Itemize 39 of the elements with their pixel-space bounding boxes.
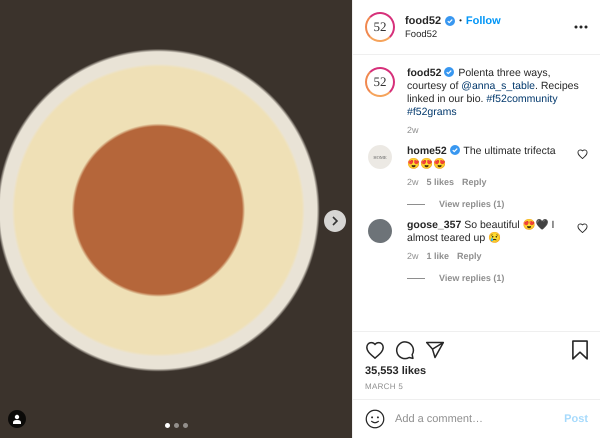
- caption-text: food52 Polenta three ways, courtesy of @anna_s_table. Recipes linked in our bio. #f52community #f52grams: [407, 67, 580, 119]
- username[interactable]: food52: [405, 14, 442, 26]
- hashtag-link[interactable]: #f52grams: [407, 106, 457, 118]
- reply-link[interactable]: Reply: [457, 251, 482, 261]
- mention-link[interactable]: @anna_s_table: [461, 80, 535, 92]
- bookmark-icon[interactable]: [572, 340, 588, 360]
- carousel-dot[interactable]: [164, 423, 170, 428]
- smiley-icon[interactable]: [365, 409, 385, 429]
- post-date: MARCH 5: [365, 382, 404, 391]
- reply-link[interactable]: Reply: [462, 177, 487, 187]
- likes-count-link[interactable]: 1 like: [426, 251, 450, 261]
- more-options-icon[interactable]: [574, 25, 588, 29]
- carousel-dot[interactable]: [174, 423, 178, 428]
- account-name: Food52: [405, 28, 438, 40]
- tagged-user-button[interactable]: [8, 410, 26, 428]
- separator-dot: •: [459, 16, 462, 25]
- comment-age: 2w: [407, 177, 419, 187]
- likes-count-link[interactable]: 5 likes: [426, 177, 454, 187]
- heart-icon[interactable]: [365, 341, 385, 359]
- person-icon: [12, 414, 22, 424]
- brand-avatar[interactable]: 52: [365, 67, 395, 97]
- hashtag-link[interactable]: #f52community: [486, 93, 558, 105]
- brand-avatar[interactable]: 52: [365, 12, 395, 42]
- comment-icon[interactable]: [395, 340, 415, 360]
- avatar-photo-placeholder[interactable]: [368, 219, 392, 243]
- carousel-dot[interactable]: [182, 423, 188, 428]
- likes-count[interactable]: 35,553 likes: [365, 365, 588, 377]
- comment-text: home52 The ultimate trifecta 😍😍😍: [407, 145, 557, 171]
- view-replies-link[interactable]: View replies (1): [439, 199, 504, 209]
- heart-icon[interactable]: [577, 223, 588, 233]
- follow-link[interactable]: Follow: [466, 14, 501, 26]
- heart-icon[interactable]: [577, 149, 588, 159]
- comment-age: 2w: [407, 251, 419, 261]
- chevron-right-icon: [330, 216, 340, 226]
- post-age: 2w: [407, 125, 420, 135]
- comment-text: goose_357 So beautiful 😍🖤 I almost teared up 😢: [407, 219, 556, 245]
- send-icon[interactable]: [425, 340, 445, 360]
- view-replies-link[interactable]: View replies (1): [439, 273, 504, 283]
- next-arrow-button[interactable]: [324, 210, 346, 232]
